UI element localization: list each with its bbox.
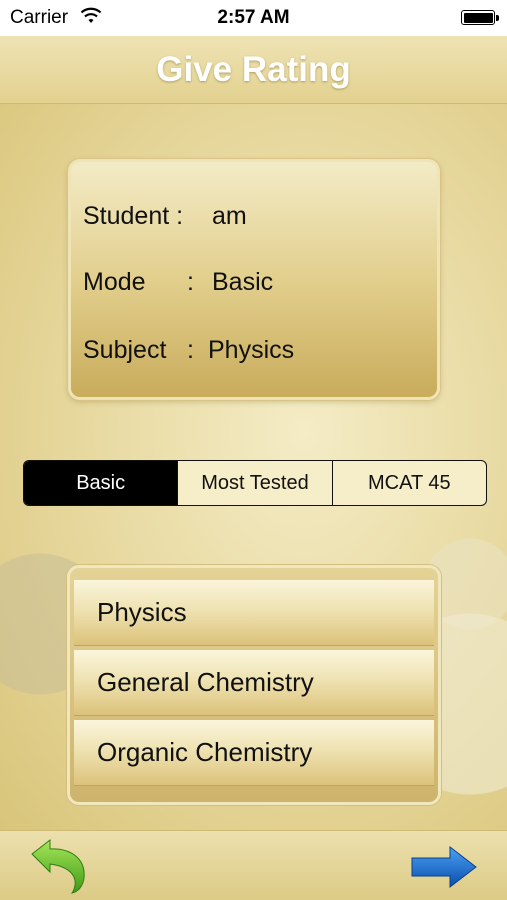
nav-header: Give Rating (0, 36, 507, 104)
subject-value: Physics (208, 336, 295, 364)
segment-mcat-45[interactable]: MCAT 45 (333, 461, 486, 505)
page-title: Give Rating (156, 50, 351, 89)
subject-label: Subject (83, 336, 167, 364)
mode-value: Basic (212, 268, 274, 296)
list-item-physics[interactable]: Physics (74, 580, 434, 646)
subject-colon: : (187, 336, 194, 364)
list-item-general-chemistry[interactable]: General Chemistry (74, 650, 434, 716)
next-arrow-icon[interactable] (410, 845, 478, 889)
status-bar: Carrier 2:57 AM (0, 0, 507, 36)
segment-basic[interactable]: Basic (24, 461, 179, 505)
list-item-label: Organic Chemistry (97, 737, 313, 767)
list-item-label: General Chemistry (97, 667, 314, 697)
clock: 2:57 AM (217, 7, 290, 28)
student-label: Student : (83, 202, 184, 230)
battery-icon (461, 10, 499, 25)
list-item-organic-chemistry[interactable]: Organic Chemistry (74, 720, 434, 786)
segment-most-tested[interactable]: Most Tested (178, 461, 333, 505)
mode-label: Mode (83, 268, 146, 296)
mode-segmented-control: Basic Most Tested MCAT 45 (23, 460, 487, 506)
mode-colon: : (187, 268, 194, 296)
student-value: am (212, 202, 247, 230)
info-card: Student : am Mode : Basic Subject : Phys… (68, 159, 440, 400)
back-arrow-icon[interactable] (28, 838, 90, 894)
list-item-label: Physics (97, 597, 187, 627)
